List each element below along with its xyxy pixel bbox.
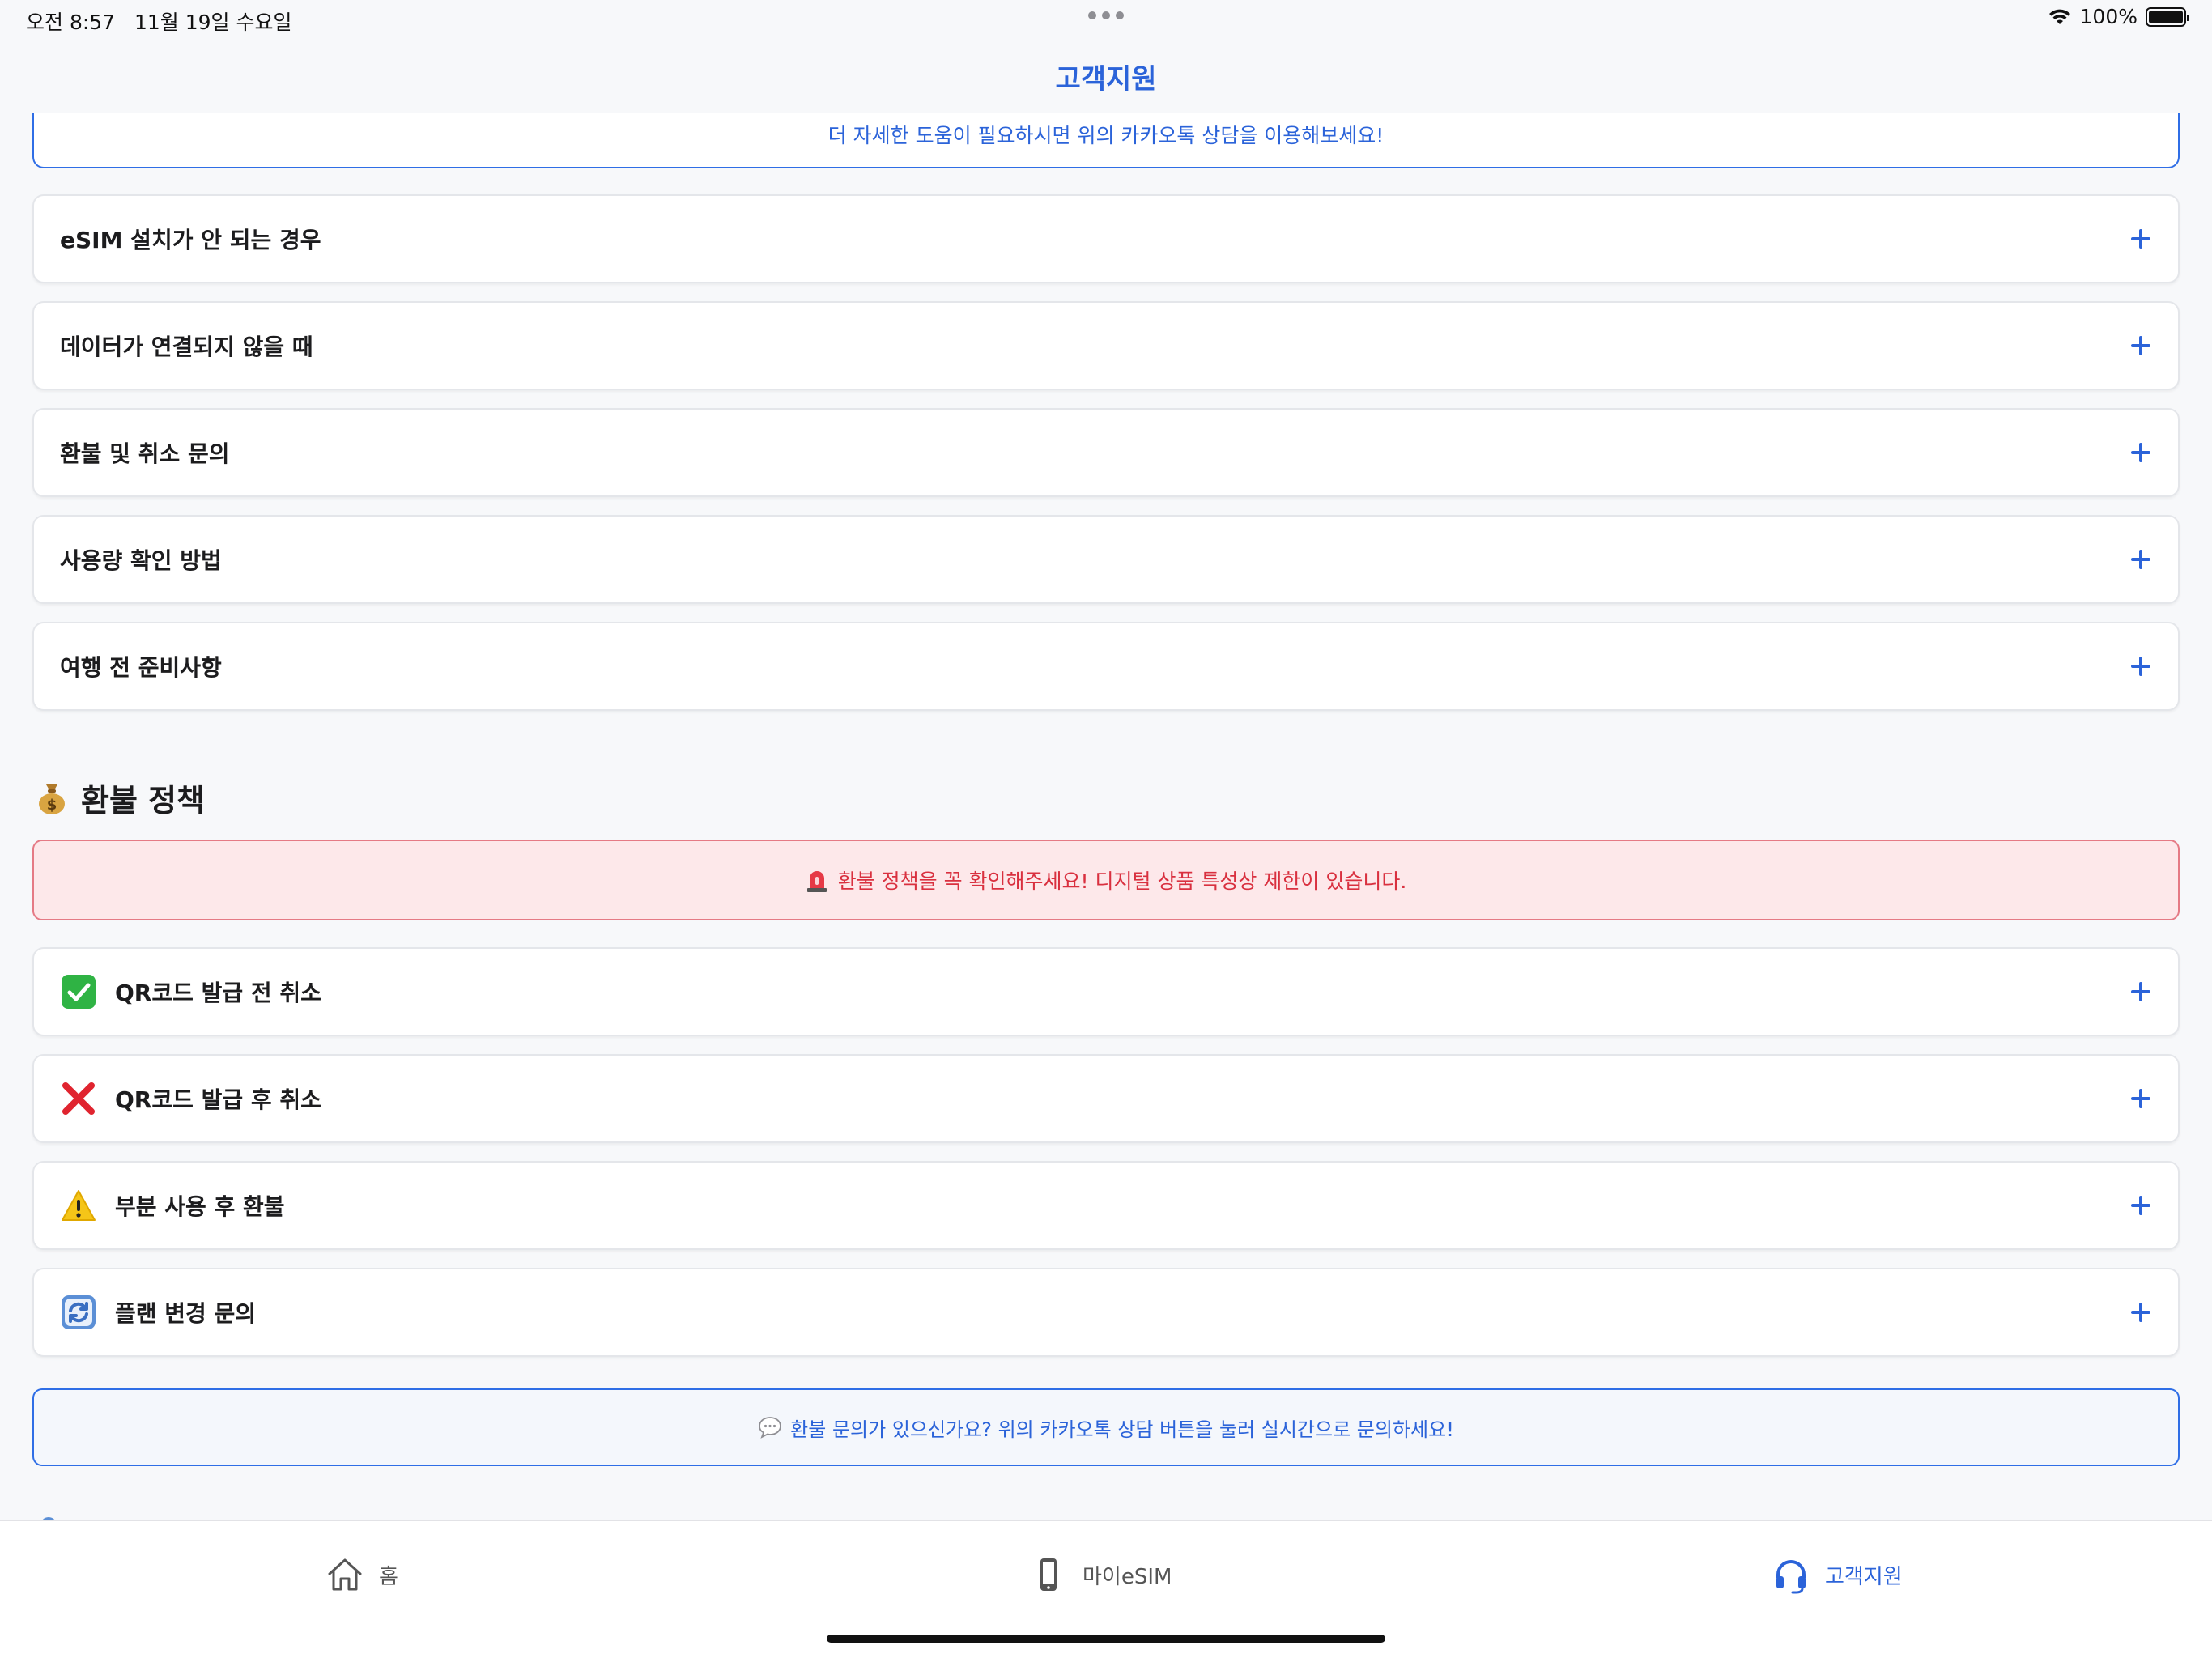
battery-icon xyxy=(2146,6,2189,27)
plus-icon[interactable] xyxy=(2131,1089,2150,1108)
page-title: 고객지원 xyxy=(1055,63,1157,96)
siren-icon xyxy=(806,871,827,892)
refund-section-title: $ 환불 정책 xyxy=(36,776,205,820)
multitasking-dots-icon[interactable] xyxy=(1088,11,1124,19)
wifi-icon xyxy=(2048,9,2070,24)
faq-item-label: eSIM 설치가 안 되는 경우 xyxy=(60,227,321,253)
plus-icon[interactable] xyxy=(2131,657,2150,676)
phone-icon xyxy=(1040,1558,1057,1591)
status-date: 11월 19일 수요일 xyxy=(134,11,292,34)
refund-item-label: 부분 사용 후 환불 xyxy=(115,1193,285,1220)
plus-icon[interactable] xyxy=(2131,982,2150,1001)
navigation-bar: 고객지원 xyxy=(0,40,2212,117)
refund-warning-text: 환불 정책을 꼭 확인해주세요! 디지털 상품 특성상 제한이 있습니다. xyxy=(837,869,1407,893)
tab-support[interactable]: 고객지원 xyxy=(1772,1555,1903,1594)
refund-item-plan-change[interactable]: 플랜 변경 문의 xyxy=(32,1268,2180,1357)
faq-item-travel-prep[interactable]: 여행 전 준비사항 xyxy=(32,622,2180,711)
help-note-text: 더 자세한 도움이 필요하시면 위의 카카오톡 상담을 이용해보세요! xyxy=(827,124,1385,147)
refund-info-box: 환불 문의가 있으신가요? 위의 카카오톡 상담 버튼을 눌러 실시간으로 문의… xyxy=(32,1388,2180,1466)
warning-icon xyxy=(60,1187,97,1224)
refund-item-partial-use[interactable]: 부분 사용 후 환불 xyxy=(32,1161,2180,1250)
home-indicator[interactable] xyxy=(827,1635,1385,1643)
scroll-content[interactable]: 더 자세한 도움이 필요하시면 위의 카카오톡 상담을 이용해보세요! eSIM… xyxy=(0,113,2212,1520)
tab-support-label: 고객지원 xyxy=(1825,1564,1903,1589)
tab-my-esim[interactable]: 마이eSIM xyxy=(1029,1555,1172,1594)
faq-item-label: 환불 및 취소 문의 xyxy=(60,440,230,467)
faq-item-usage-check[interactable]: 사용량 확인 방법 xyxy=(32,515,2180,604)
plus-icon[interactable] xyxy=(2131,550,2150,569)
plus-icon[interactable] xyxy=(2131,1303,2150,1322)
check-mark-icon xyxy=(60,973,97,1010)
status-indicators: 100% xyxy=(2048,5,2189,28)
plus-icon[interactable] xyxy=(2131,336,2150,355)
refund-item-label: QR코드 발급 후 취소 xyxy=(115,1086,321,1113)
tab-home-label: 홈 xyxy=(379,1564,398,1589)
cross-mark-icon xyxy=(60,1080,97,1117)
faq-item-refund-cancel[interactable]: 환불 및 취소 문의 xyxy=(32,408,2180,497)
faq-item-label: 여행 전 준비사항 xyxy=(60,654,222,681)
refund-section-title-text: 환불 정책 xyxy=(81,783,206,818)
refund-info-text: 환불 문의가 있으신가요? 위의 카카오톡 상담 버튼을 눌러 실시간으로 문의… xyxy=(790,1418,1454,1441)
tab-home[interactable]: 홈 xyxy=(325,1555,398,1594)
speech-bubble-icon xyxy=(759,1417,782,1439)
help-note-box: 더 자세한 도움이 필요하시면 위의 카카오톡 상담을 이용해보세요! xyxy=(32,113,2180,168)
status-bar: 오전 8:57 11월 19일 수요일 100% xyxy=(0,0,2212,40)
refund-item-after-qr[interactable]: QR코드 발급 후 취소 xyxy=(32,1054,2180,1143)
status-time: 오전 8:57 11월 19일 수요일 xyxy=(26,6,291,36)
status-clock: 오전 8:57 xyxy=(26,11,116,34)
faq-item-data-connection[interactable]: 데이터가 연결되지 않을 때 xyxy=(32,301,2180,390)
plus-icon[interactable] xyxy=(2131,1196,2150,1215)
plus-icon[interactable] xyxy=(2131,229,2150,249)
refresh-icon xyxy=(60,1294,97,1331)
refund-item-label: 플랜 변경 문의 xyxy=(115,1300,257,1327)
headset-icon xyxy=(1776,1560,1806,1594)
plus-icon[interactable] xyxy=(2131,443,2150,462)
refund-item-label: QR코드 발급 전 취소 xyxy=(115,980,321,1006)
faq-item-esim-install[interactable]: eSIM 설치가 안 되는 경우 xyxy=(32,194,2180,283)
tab-my-esim-label: 마이eSIM xyxy=(1083,1564,1172,1589)
faq-item-label: 데이터가 연결되지 않을 때 xyxy=(60,334,313,360)
battery-percent: 100% xyxy=(2079,5,2138,28)
refund-warning-box: 환불 정책을 꼭 확인해주세요! 디지털 상품 특성상 제한이 있습니다. xyxy=(32,840,2180,920)
money-bag-icon: $ xyxy=(39,784,65,814)
svg-text:$: $ xyxy=(47,797,57,814)
refund-item-before-qr[interactable]: QR코드 발급 전 취소 xyxy=(32,947,2180,1036)
faq-item-label: 사용량 확인 방법 xyxy=(60,547,222,574)
home-icon xyxy=(328,1558,362,1591)
